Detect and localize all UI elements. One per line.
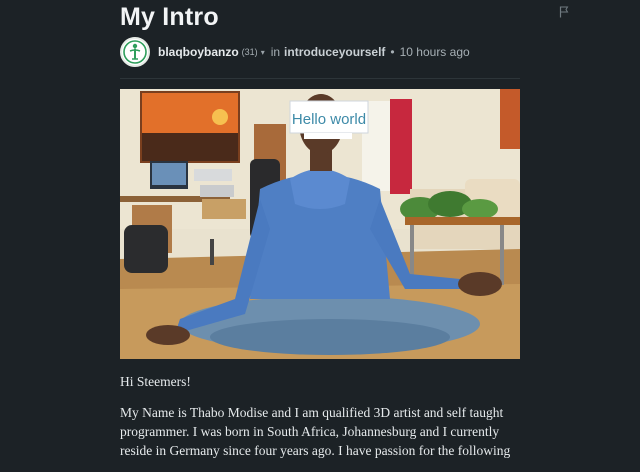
chevron-down-icon[interactable]: ▾ [261,48,265,57]
community-link[interactable]: introduceyourself [284,45,385,59]
author-link[interactable]: blaqboybanzo [158,45,239,59]
post-title: My Intro [120,3,219,31]
post-meta: blaqboybanzo (31) ▾ in introduceyourself… [158,45,470,59]
photo-sign-text: Hello world [292,111,366,128]
post-author-row: blaqboybanzo (31) ▾ in introduceyourself… [120,36,470,68]
author-reputation: (31) [241,47,258,57]
post-body: Hi Steemers! My Name is Thabo Modise and… [120,372,520,472]
in-label: in [270,45,281,59]
post-time[interactable]: 10 hours ago [400,45,470,59]
avatar-logo [123,40,147,64]
flag-icon[interactable] [559,6,569,18]
body-greeting: Hi Steemers! [120,374,191,389]
header-divider [120,78,520,79]
post-image[interactable]: Hello world [120,89,520,359]
body-paragraph: My Name is Thabo Modise and I am qualifi… [120,405,511,458]
avatar[interactable] [120,37,150,67]
separator-dot: • [390,45,395,59]
